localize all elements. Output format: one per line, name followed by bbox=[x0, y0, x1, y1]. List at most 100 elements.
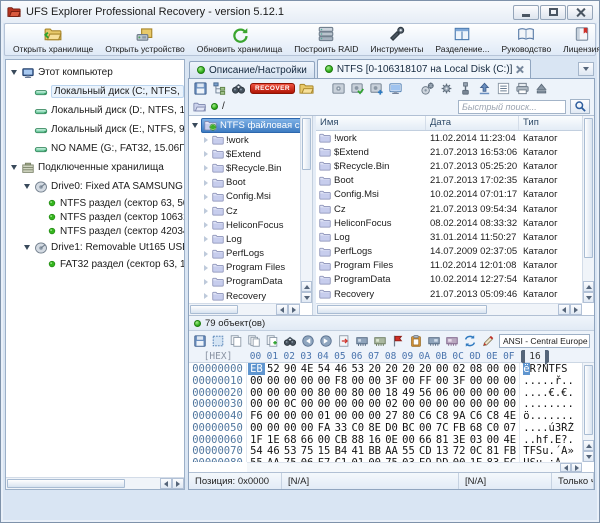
hex-byte[interactable]: 68 bbox=[282, 434, 299, 446]
hex-byte[interactable]: 55 bbox=[400, 445, 417, 457]
upload-button[interactable] bbox=[477, 81, 492, 96]
file-list-row[interactable]: Config.Msi 10.02.2014 07:01:17 Каталог bbox=[316, 188, 594, 202]
hex-byte[interactable]: CD bbox=[417, 445, 434, 457]
maximize-button[interactable] bbox=[540, 4, 566, 20]
scroll-left-button[interactable] bbox=[558, 304, 570, 315]
folder-tree-item[interactable]: Recovery bbox=[190, 289, 311, 303]
hex-byte[interactable]: 00 bbox=[248, 398, 265, 410]
hex-byte[interactable]: 00 bbox=[434, 363, 451, 375]
folder-tree-item[interactable]: Boot bbox=[190, 176, 311, 190]
memory-button[interactable] bbox=[355, 334, 369, 348]
hex-byte[interactable]: 52 bbox=[265, 363, 282, 375]
hex-byte[interactable]: FB bbox=[451, 422, 468, 434]
hex-byte[interactable]: 00 bbox=[484, 363, 501, 375]
hex-byte[interactable]: F8 bbox=[332, 375, 349, 387]
hex-byte[interactable]: 1F bbox=[248, 434, 265, 446]
scroll-left-button[interactable] bbox=[560, 463, 571, 472]
expander-icon[interactable] bbox=[201, 278, 210, 285]
hex-byte[interactable]: 0C bbox=[282, 398, 299, 410]
disk-add-button[interactable] bbox=[369, 81, 384, 96]
hex-byte[interactable]: 00 bbox=[501, 363, 518, 375]
tab-description-settings[interactable]: Описание/Настройки bbox=[189, 61, 315, 78]
hex-byte[interactable]: 88 bbox=[349, 434, 366, 446]
hex-byte[interactable]: 81 bbox=[484, 445, 501, 457]
quick-search-input[interactable] bbox=[458, 99, 566, 114]
hex-byte[interactable]: 00 bbox=[349, 375, 366, 387]
hex-byte[interactable]: 3F bbox=[451, 375, 468, 387]
hex-byte[interactable]: 7C bbox=[434, 422, 451, 434]
scroll-thumb[interactable] bbox=[584, 365, 593, 435]
binoculars-button[interactable] bbox=[231, 81, 246, 96]
hex-byte[interactable]: 00 bbox=[434, 375, 451, 387]
scroll-up-button[interactable] bbox=[583, 281, 594, 292]
hex-byte[interactable]: 9A bbox=[451, 410, 468, 422]
hex-byte[interactable]: 00 bbox=[248, 422, 265, 434]
scroll-thumb[interactable] bbox=[317, 305, 487, 314]
hex-byte[interactable]: 0C bbox=[468, 445, 485, 457]
hex-byte[interactable]: 4E bbox=[299, 363, 316, 375]
hex-vscrollbar[interactable] bbox=[582, 363, 594, 462]
hex-byte[interactable]: 53 bbox=[349, 363, 366, 375]
sync-button[interactable] bbox=[463, 334, 477, 348]
printer-button[interactable] bbox=[515, 81, 530, 96]
tab-ntfs-volume[interactable]: NTFS [0-106318107 на Local Disk (C:)] bbox=[316, 59, 532, 78]
hex-byte[interactable]: 90 bbox=[282, 363, 299, 375]
minimize-button[interactable] bbox=[513, 4, 539, 20]
hex-byte[interactable]: BB bbox=[366, 445, 383, 457]
storage-tree-item[interactable]: Локальный диск (E:, NTFS, 97.65ГБ) bbox=[6, 120, 184, 139]
hex-byte[interactable]: 01 bbox=[316, 410, 333, 422]
folder-tree-item[interactable]: !work bbox=[190, 133, 311, 147]
file-list-row[interactable]: Program Files 11.02.2014 12:01:08 Каталог bbox=[316, 259, 594, 273]
hex-byte[interactable]: 06 bbox=[434, 387, 451, 399]
hex-byte[interactable]: 20 bbox=[383, 363, 400, 375]
column-header-name[interactable]: Имя bbox=[316, 116, 426, 130]
expander-icon[interactable] bbox=[201, 193, 210, 200]
storage-tree-item[interactable]: NTFS раздел (сектор 106318233, 149.73ГБ) bbox=[6, 210, 184, 224]
title-bar[interactable]: UFS Explorer Professional Recovery - ver… bbox=[1, 1, 599, 23]
build-raid-button[interactable]: Построить RAID bbox=[288, 25, 364, 54]
hex-byte[interactable]: 00 bbox=[484, 375, 501, 387]
hex-byte[interactable]: 00 bbox=[484, 434, 501, 446]
hex-byte[interactable]: 00 bbox=[366, 398, 383, 410]
hex-byte[interactable]: FB bbox=[501, 445, 518, 457]
hex-byte[interactable]: 00 bbox=[366, 410, 383, 422]
manual-button[interactable]: Руководство bbox=[496, 25, 558, 54]
hex-byte[interactable]: 20 bbox=[400, 363, 417, 375]
hex-byte[interactable]: 00 bbox=[332, 387, 349, 399]
hex-byte[interactable]: 00 bbox=[468, 375, 485, 387]
scroll-down-button[interactable] bbox=[583, 292, 594, 303]
hex-byte[interactable]: 00 bbox=[400, 434, 417, 446]
expander-icon[interactable] bbox=[201, 264, 210, 271]
expander-icon[interactable] bbox=[201, 293, 210, 300]
clipboard-button[interactable] bbox=[409, 334, 423, 348]
hex-byte[interactable]: C0 bbox=[484, 422, 501, 434]
scroll-down-button[interactable] bbox=[301, 292, 312, 303]
hex-byte[interactable]: 00 bbox=[265, 375, 282, 387]
expander-icon[interactable] bbox=[22, 184, 31, 189]
storage-tree-item[interactable]: Подключенные хранилища bbox=[6, 158, 184, 177]
hex-byte[interactable]: 08 bbox=[468, 363, 485, 375]
hierarchy-button[interactable] bbox=[212, 81, 227, 96]
file-list-row[interactable]: HeliconFocus 08.02.2014 08:33:32 Каталог bbox=[316, 216, 594, 230]
file-list-row[interactable]: ProgramData 10.02.2014 12:27:54 Каталог bbox=[316, 273, 594, 287]
tools-button[interactable]: Инструменты bbox=[364, 25, 429, 54]
hex-byte[interactable]: 13 bbox=[434, 445, 451, 457]
hex-byte[interactable]: 00 bbox=[501, 398, 518, 410]
expander-icon[interactable] bbox=[201, 151, 210, 158]
hex-byte[interactable]: 00 bbox=[451, 387, 468, 399]
hex-byte[interactable]: 00 bbox=[265, 387, 282, 399]
edit-button[interactable] bbox=[481, 334, 495, 348]
copy-pages-button[interactable] bbox=[247, 334, 261, 348]
hex-byte[interactable]: 46 bbox=[265, 445, 282, 457]
hex-byte[interactable]: EB bbox=[248, 363, 265, 375]
search-button[interactable] bbox=[570, 99, 590, 114]
hex-byte[interactable]: 00 bbox=[282, 375, 299, 387]
hex-byte[interactable]: 80 bbox=[400, 410, 417, 422]
hex-byte[interactable]: 00 bbox=[501, 375, 518, 387]
scroll-thumb[interactable] bbox=[7, 479, 125, 488]
scroll-right-button[interactable] bbox=[571, 463, 582, 472]
hex-byte[interactable]: 1E bbox=[265, 434, 282, 446]
hex-byte[interactable]: 00 bbox=[332, 410, 349, 422]
hex-byte[interactable]: 4E bbox=[501, 410, 518, 422]
hex-byte[interactable]: BC bbox=[400, 422, 417, 434]
